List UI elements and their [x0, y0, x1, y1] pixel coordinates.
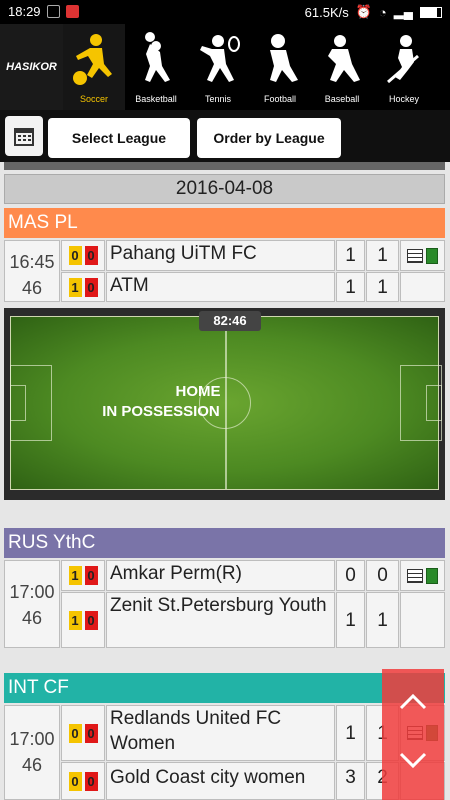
sport-navigation: HASIKOR Soccer Basketball Tennis Footbal…	[0, 24, 450, 110]
home-team[interactable]: Amkar Perm(R)	[106, 560, 335, 591]
sport-tab-basketball[interactable]: Basketball	[125, 24, 187, 110]
chevron-up-icon[interactable]	[398, 687, 428, 717]
yellow-card-count: 0	[68, 246, 82, 265]
soccer-pitch: HOME IN POSSESSION	[10, 316, 442, 490]
hockey-player-icon	[387, 35, 419, 84]
home-cards: 1 0	[61, 560, 105, 591]
away-cards: 1 0	[61, 592, 105, 648]
football-player-icon	[270, 34, 298, 82]
live-field-icon[interactable]	[426, 567, 438, 584]
away-score: 1	[336, 592, 365, 648]
gallery-notification-icon	[46, 5, 60, 18]
sport-tab-baseball[interactable]: Baseball	[311, 24, 373, 110]
select-league-button[interactable]: Select League	[48, 118, 190, 158]
red-card-count: 0	[84, 610, 98, 630]
wifi-icon: ◔	[378, 4, 387, 20]
basketball-player-icon	[145, 32, 170, 82]
away-score: 1	[336, 272, 365, 302]
chevron-down-icon[interactable]	[398, 745, 428, 775]
app-logo[interactable]: HASIKOR	[0, 24, 63, 110]
battery-icon	[420, 6, 442, 18]
yellow-card-count: 0	[68, 771, 82, 791]
away-team[interactable]: Zenit St.Petersburg Youth	[106, 592, 335, 648]
calendar-icon	[14, 128, 34, 146]
toolbar: Select League Order by League	[0, 110, 450, 162]
app-notification-icon	[65, 5, 79, 18]
league-header-mas-pl[interactable]: MAS PL	[4, 208, 445, 238]
red-card-count: 0	[84, 723, 98, 743]
live-field-icon[interactable]	[426, 247, 438, 264]
away-team[interactable]: ATM	[106, 272, 335, 302]
match-clock: 82:46	[199, 311, 261, 331]
home-team[interactable]: Redlands United FC Women	[106, 705, 335, 761]
away-halftime-score: 1	[366, 592, 399, 648]
alarm-icon: ⏰	[355, 4, 372, 19]
calendar-button[interactable]	[5, 116, 43, 156]
stats-table-icon[interactable]	[407, 248, 423, 263]
match-time-cell: 17:00 46	[4, 560, 60, 648]
home-halftime-score: 0	[366, 560, 399, 591]
status-bar: 18:29 61.5K/s ⏰ ◔ ▂▄	[0, 0, 450, 24]
match-time-cell: 16:45 46	[4, 240, 60, 302]
floating-scroll-nav	[382, 669, 444, 800]
sport-tab-tennis[interactable]: Tennis	[187, 24, 249, 110]
league-header-int-cf[interactable]: INT CF	[4, 673, 445, 703]
red-card-count: 0	[84, 246, 98, 265]
home-halftime-score: 1	[366, 240, 399, 271]
yellow-card-count: 1	[68, 277, 82, 297]
away-cards: 0 0	[61, 762, 105, 800]
empty-cell	[400, 272, 445, 302]
column-header-row	[4, 162, 445, 170]
date-header: 2016-04-08	[4, 174, 445, 204]
empty-cell	[400, 592, 445, 648]
home-score: 1	[336, 705, 365, 761]
away-team[interactable]: Gold Coast city women	[106, 762, 335, 800]
red-card-count: 0	[84, 566, 98, 585]
home-team[interactable]: Pahang UiTM FC	[106, 240, 335, 271]
away-cards: 1 0	[61, 272, 105, 302]
sport-tab-hockey[interactable]: Hockey	[373, 24, 435, 110]
red-card-count: 0	[84, 771, 98, 791]
red-card-count: 0	[84, 277, 98, 297]
yellow-card-count: 1	[68, 610, 82, 630]
away-halftime-score: 1	[366, 272, 399, 302]
yellow-card-count: 0	[68, 723, 82, 743]
soccer-player-icon	[73, 34, 112, 85]
possession-team: HOME	[175, 383, 221, 400]
stats-table-icon[interactable]	[407, 568, 423, 583]
match-time-cell: 17:00 46	[4, 705, 60, 800]
sport-tab-football[interactable]: Football	[249, 24, 311, 110]
order-by-league-button[interactable]: Order by League	[197, 118, 341, 158]
home-cards: 0 0	[61, 240, 105, 271]
sport-tab-soccer[interactable]: Soccer	[63, 24, 125, 110]
home-score: 1	[336, 240, 365, 271]
home-score: 0	[336, 560, 365, 591]
signal-icon: ▂▄	[393, 4, 413, 19]
yellow-card-count: 1	[68, 566, 82, 585]
match-actions	[400, 560, 445, 591]
network-speed: 61.5K/s	[304, 4, 349, 20]
match-actions	[400, 240, 445, 271]
tennis-player-icon	[200, 35, 240, 82]
live-match-tracker: HOME IN POSSESSION 82:46	[4, 308, 445, 500]
baseball-player-icon	[328, 35, 360, 82]
clock-time: 18:29	[8, 4, 41, 19]
possession-status: IN POSSESSION	[102, 403, 220, 420]
league-header-rus-ythc[interactable]: RUS YthC	[4, 528, 445, 558]
home-cards: 0 0	[61, 705, 105, 761]
away-score: 3	[336, 762, 365, 800]
